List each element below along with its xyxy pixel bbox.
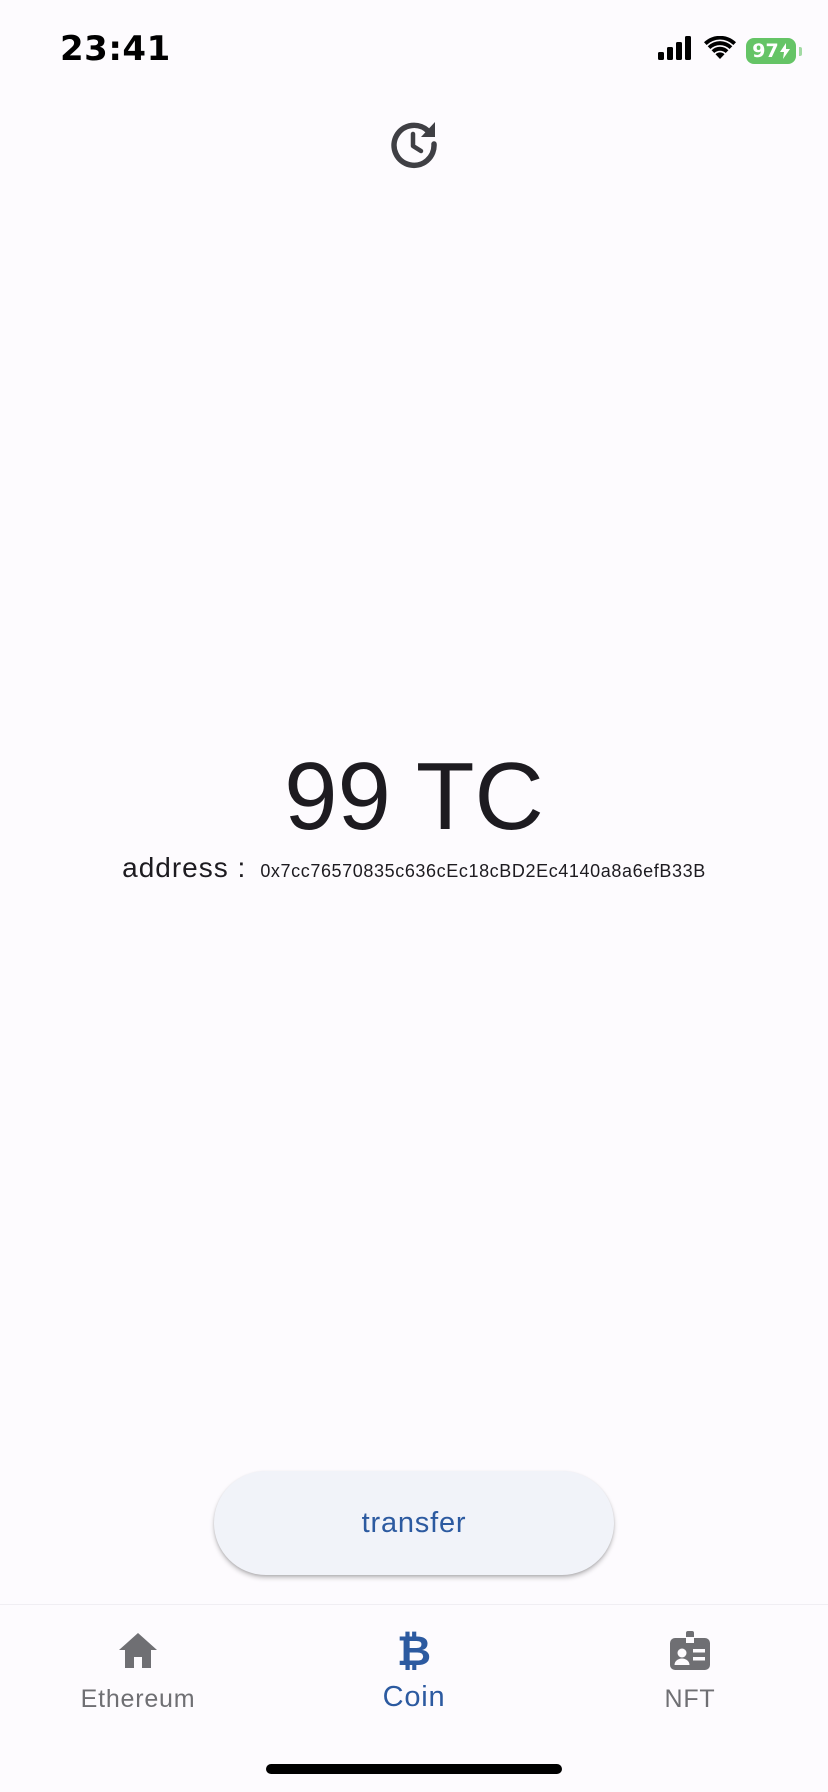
status-time: 23:41 — [60, 29, 171, 69]
nav-label-ethereum: Ethereum — [80, 1685, 196, 1713]
balance-amount: 99 TC — [284, 743, 544, 850]
history-button[interactable] — [384, 116, 444, 176]
bitcoin-icon: ₿ — [396, 1626, 432, 1675]
nav-item-coin[interactable]: ₿ Coin — [314, 1627, 514, 1714]
address-label: address : — [122, 852, 247, 883]
home-icon — [117, 1627, 159, 1675]
address-row: address : 0x7cc76570835c636cEc18cBD2Ec41… — [0, 852, 828, 884]
badge-icon — [669, 1627, 711, 1675]
cellular-signal-icon — [658, 36, 694, 65]
battery-charging-icon: 97 — [746, 37, 802, 64]
battery-level: 97 — [752, 39, 779, 62]
nav-item-ethereum[interactable]: Ethereum — [38, 1627, 238, 1714]
home-indicator — [266, 1764, 562, 1774]
status-bar: 23:41 97 — [0, 0, 828, 100]
transfer-button[interactable]: transfer — [214, 1471, 614, 1575]
nav-item-nft[interactable]: NFT — [590, 1627, 790, 1714]
status-icons: 97 — [658, 35, 802, 65]
nav-label-coin: Coin — [382, 1681, 446, 1713]
bolt-icon — [779, 42, 790, 59]
address-value: 0x7cc76570835c636cEc18cBD2Ec4140a8a6efB3… — [260, 861, 706, 881]
wifi-icon — [704, 35, 736, 65]
screen: 23:41 97 99 TC address: 0x7cc76570835c6… — [0, 0, 828, 1792]
battery-cap — [799, 46, 802, 56]
history-icon — [388, 118, 440, 175]
nav-label-nft: NFT — [664, 1685, 716, 1713]
